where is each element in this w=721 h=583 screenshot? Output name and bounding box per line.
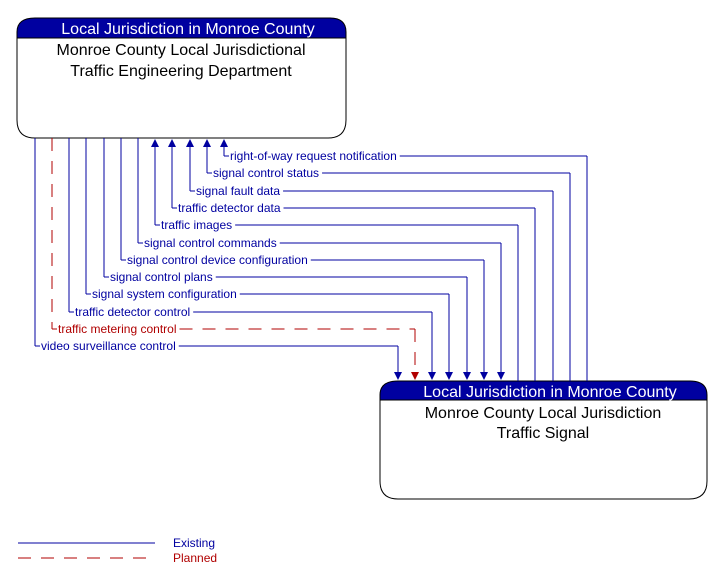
arrow-head-icon — [394, 372, 402, 380]
arrow-head-icon — [411, 372, 419, 380]
flow-label: traffic detector data — [178, 201, 281, 215]
legend-planned-label: Planned — [173, 551, 217, 565]
flows-group: right-of-way request notification signal … — [34, 138, 588, 381]
top-box[interactable]: Local Jurisdiction in Monroe County Monr… — [16, 17, 347, 139]
arrow-head-icon — [463, 372, 471, 380]
flow-label: traffic metering control — [58, 322, 177, 336]
bottom-box-title-line-1: Monroe County Local Jurisdiction — [425, 405, 662, 422]
bottom-box-title-line-2: Traffic Signal — [497, 425, 589, 442]
flow-label: signal control commands — [144, 236, 277, 250]
top-box-title-line-1: Monroe County Local Jurisdictional — [56, 42, 305, 59]
bottom-box[interactable]: Local Jurisdiction in Monroe County Monr… — [379, 380, 708, 500]
flow-label: signal system configuration — [92, 287, 237, 301]
arrow-head-icon — [203, 139, 211, 147]
flow-label: video surveillance control — [41, 339, 176, 353]
arrow-head-icon — [497, 372, 505, 380]
arrow-head-icon — [220, 139, 228, 147]
flow-label: signal fault data — [196, 184, 280, 198]
arrow-head-icon — [168, 139, 176, 147]
flow-label: traffic detector control — [75, 305, 190, 319]
arrow-head-icon — [480, 372, 488, 380]
architecture-diagram: Local Jurisdiction in Monroe County Monr… — [16, 17, 708, 565]
flow-label: signal control status — [213, 166, 319, 180]
arrow-head-icon — [428, 372, 436, 380]
arrow-head-icon — [151, 139, 159, 147]
bottom-box-header: Local Jurisdiction in Monroe County — [423, 384, 676, 401]
legend: Existing Planned — [18, 536, 217, 565]
legend-existing-label: Existing — [173, 536, 215, 550]
flow-label: traffic images — [161, 218, 232, 232]
top-box-header: Local Jurisdiction in Monroe County — [61, 21, 314, 38]
flow-label: right-of-way request notification — [230, 149, 397, 163]
arrow-head-icon — [445, 372, 453, 380]
flow-label: signal control plans — [110, 270, 213, 284]
top-box-title-line-2: Traffic Engineering Department — [70, 63, 292, 80]
arrow-head-icon — [186, 139, 194, 147]
flow-label: signal control device configuration — [127, 253, 308, 267]
